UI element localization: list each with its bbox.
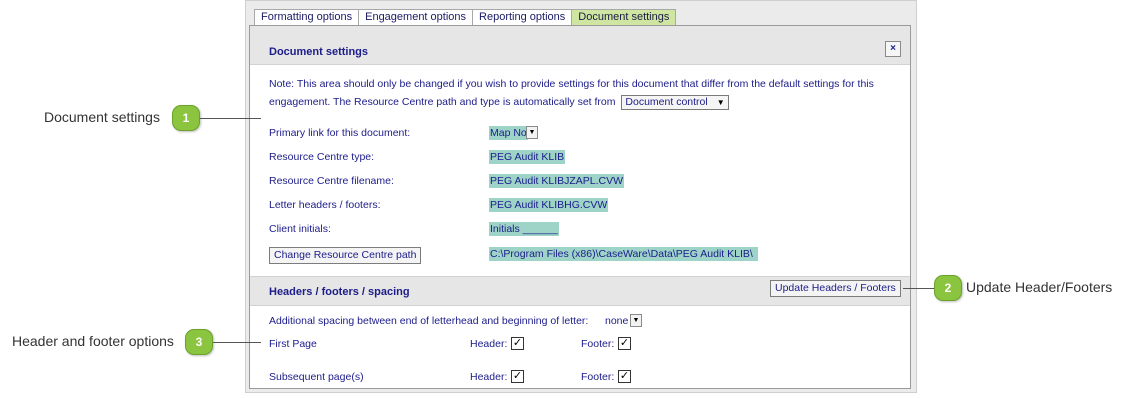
subsequent-pages-header-checkbox[interactable]: ✓ xyxy=(511,370,524,383)
resource-centre-filename-label: Resource Centre filename: xyxy=(269,175,394,187)
change-resource-centre-path-button[interactable]: Change Resource Centre path xyxy=(269,247,422,264)
tab-reporting-options[interactable]: Reporting options xyxy=(472,9,573,25)
first-page-header-label: Header: xyxy=(470,338,508,350)
resource-centre-type-label: Resource Centre type: xyxy=(269,151,375,163)
note-line-2: engagement. The Resource Centre path and… xyxy=(269,96,616,108)
settings-note: Note: This area should only be changed i… xyxy=(269,75,909,111)
client-initials-label: Client initials: xyxy=(269,223,331,235)
close-button[interactable]: × xyxy=(885,41,901,57)
subsequent-pages-footer-checkbox[interactable]: ✓ xyxy=(618,370,631,383)
first-page-label: First Page xyxy=(269,338,317,350)
callout-badge-2: 2 xyxy=(934,275,962,301)
resource-centre-type-value[interactable]: PEG Audit KLIB xyxy=(489,150,566,164)
spacing-label: Additional spacing between end of letter… xyxy=(269,315,589,327)
callout-line-1 xyxy=(200,118,261,119)
client-initials-input[interactable]: Initials ______ xyxy=(489,222,559,236)
tab-formatting-options[interactable]: Formatting options xyxy=(254,9,360,25)
document-settings-header: Document settings × xyxy=(250,26,910,65)
subsequent-pages-footer-label: Footer: xyxy=(581,371,615,383)
note-line-1: Note: This area should only be changed i… xyxy=(269,78,874,90)
subsequent-pages-header-label: Header: xyxy=(470,371,508,383)
chevron-down-icon[interactable]: ▼ xyxy=(526,126,538,139)
callout-badge-3: 3 xyxy=(185,329,213,355)
callout-label-update-header-footers: Update Header/Footers xyxy=(966,279,1113,295)
callout-label-header-footer-options: Header and footer options xyxy=(12,333,174,349)
document-settings-title: Document settings xyxy=(269,46,369,58)
headers-footers-title: Headers / footers / spacing xyxy=(269,286,410,298)
callout-badge-1: 1 xyxy=(172,105,200,131)
callout-label-document-settings: Document settings xyxy=(44,109,160,125)
first-page-header-checkbox[interactable]: ✓ xyxy=(511,337,524,350)
resource-centre-path-value[interactable]: C:\Program Files (x86)\CaseWare\Data\PEG… xyxy=(489,247,758,261)
tab-document-settings[interactable]: Document settings xyxy=(571,9,677,25)
path-source-value: Document control xyxy=(625,95,708,108)
letter-headers-footers-label: Letter headers / footers: xyxy=(269,199,381,211)
letter-headers-footers-value[interactable]: PEG Audit KLIBHG.CVW xyxy=(489,198,609,212)
tab-bar: Formatting options Engagement options Re… xyxy=(254,9,677,25)
chevron-down-icon[interactable]: ▼ xyxy=(630,314,642,327)
first-page-footer-label: Footer: xyxy=(581,338,615,350)
first-page-footer-checkbox[interactable]: ✓ xyxy=(618,337,631,350)
callout-line-3 xyxy=(213,342,261,343)
primary-link-select[interactable]: Map No xyxy=(489,126,528,140)
spacing-select[interactable]: none xyxy=(605,315,628,327)
tab-engagement-options[interactable]: Engagement options xyxy=(358,9,474,25)
resource-centre-filename-value[interactable]: PEG Audit KLIBJZAPL.CVW xyxy=(489,174,625,188)
callout-line-2 xyxy=(903,288,935,289)
chevron-down-icon: ▼ xyxy=(716,97,725,107)
document-settings-panel: Document settings × Note: This area shou… xyxy=(249,25,911,389)
update-headers-footers-button[interactable]: Update Headers / Footers xyxy=(770,280,901,297)
path-source-select[interactable]: Document control ▼ xyxy=(621,94,729,110)
subsequent-pages-label: Subsequent page(s) xyxy=(269,371,364,383)
primary-link-label: Primary link for this document: xyxy=(269,127,411,139)
